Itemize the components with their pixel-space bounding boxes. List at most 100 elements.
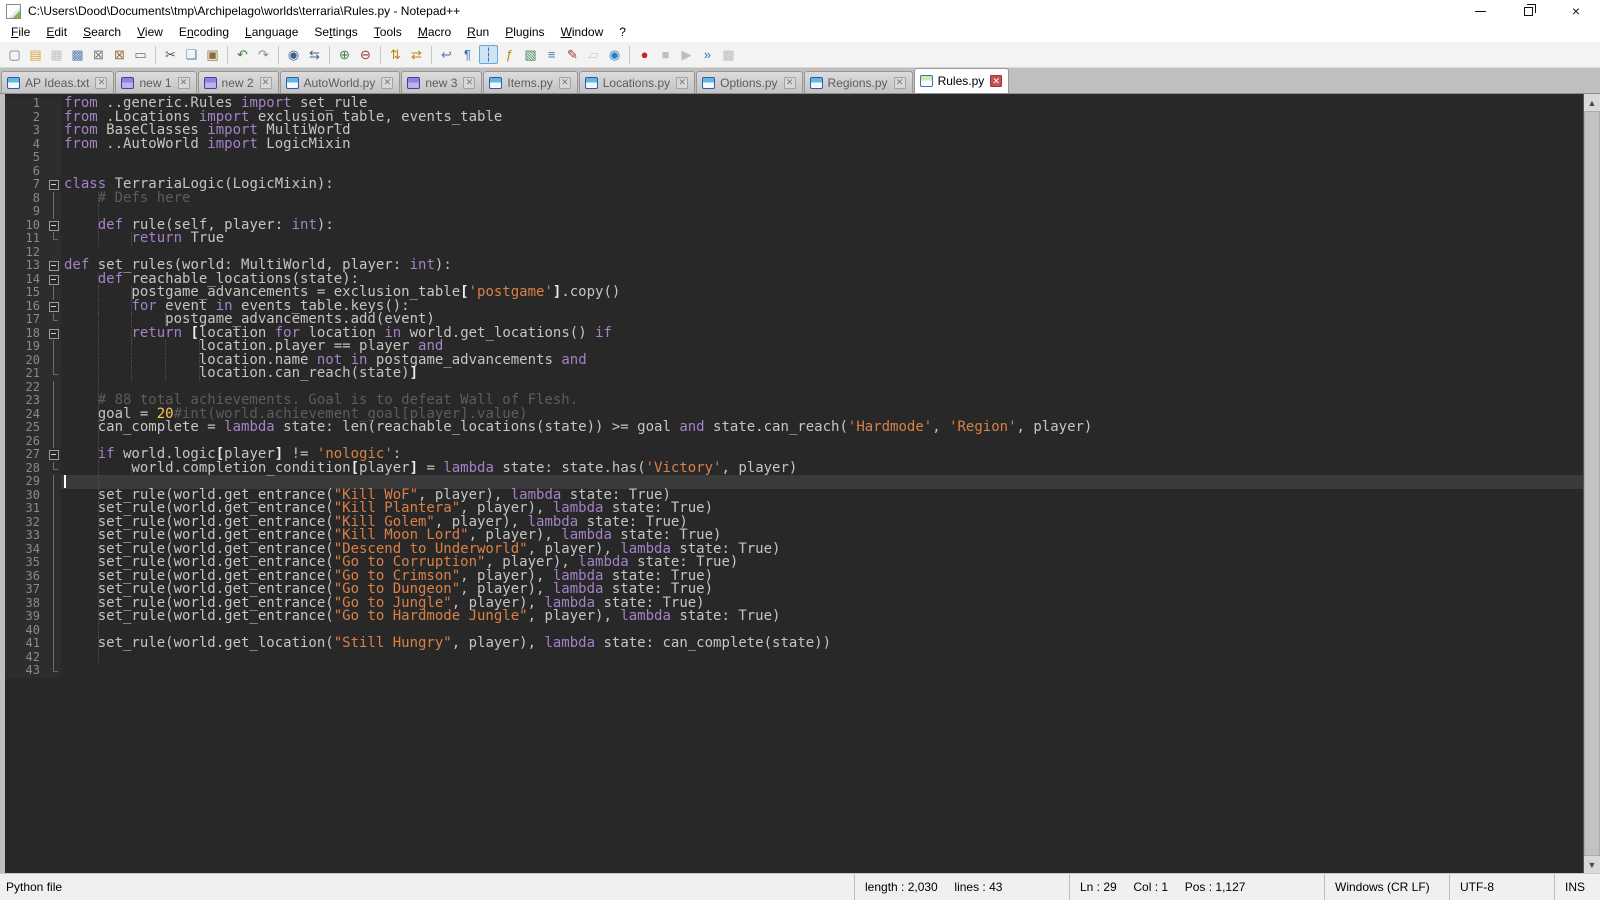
scrollbar-thumb[interactable] (1584, 111, 1600, 856)
macro-stop-icon[interactable]: ■ (656, 45, 675, 64)
editor-wrap: 1from ..generic.Rules import set_rule2fr… (0, 93, 1600, 873)
tab-regions-py[interactable]: Regions.py✕ (804, 71, 913, 93)
find-icon[interactable]: ◉ (284, 45, 303, 64)
tab-close-icon[interactable]: ✕ (178, 77, 190, 89)
replace-icon[interactable]: ⇆ (305, 45, 324, 64)
fold-margin[interactable] (47, 178, 61, 192)
cut-icon[interactable]: ✂ (161, 45, 180, 64)
word-wrap-icon[interactable]: ↩ (437, 45, 456, 64)
fold-margin (47, 502, 61, 516)
tab-new-1[interactable]: new 1✕ (115, 71, 196, 93)
tab-autoworld-py[interactable]: AutoWorld.py ✕ (280, 71, 401, 93)
tab-close-icon[interactable]: ✕ (784, 77, 796, 89)
close-button[interactable]: × (1552, 0, 1600, 22)
print-icon[interactable]: ▭ (131, 45, 150, 64)
menu-item-language[interactable]: Language (237, 23, 306, 41)
fold-margin (47, 516, 61, 530)
menu-item-settings[interactable]: Settings (306, 23, 365, 41)
tab-new-3[interactable]: new 3✕ (401, 71, 482, 93)
tab-label: AutoWorld.py (304, 76, 376, 90)
tab-close-icon[interactable]: ✕ (381, 77, 393, 89)
redo-icon[interactable]: ↷ (254, 45, 273, 64)
close-icon[interactable]: ⊠ (89, 45, 108, 64)
new-file-icon[interactable]: ▢ (5, 45, 24, 64)
tab-close-icon[interactable]: ✕ (676, 77, 688, 89)
file-state-icon (920, 75, 933, 87)
tab-rules-py[interactable]: Rules.py✕ (914, 68, 1010, 93)
copy-icon[interactable]: ❏ (182, 45, 201, 64)
document-list-icon[interactable]: ≡ (542, 45, 561, 64)
tab-locations-py[interactable]: Locations.py✕ (579, 71, 695, 93)
line-number: 19 (5, 340, 47, 354)
tab-close-icon[interactable]: ✕ (463, 77, 475, 89)
macro-run-multiple-icon[interactable]: » (698, 45, 717, 64)
scroll-down-icon[interactable]: ▼ (1584, 856, 1600, 873)
fold-margin (47, 313, 61, 327)
fold-margin (47, 286, 61, 300)
close-all-icon[interactable]: ⊠ (110, 45, 129, 64)
paste-icon[interactable]: ▣ (203, 45, 222, 64)
fold-margin (47, 124, 61, 138)
menu-item-file[interactable]: File (3, 23, 38, 41)
fold-margin (47, 489, 61, 503)
restore-button[interactable] (1504, 0, 1552, 22)
menu-item-macro[interactable]: Macro (410, 23, 459, 41)
zoom-out-icon[interactable]: ⊖ (356, 45, 375, 64)
show-all-characters-icon[interactable]: ¶ (458, 45, 477, 64)
tab-ap-ideas-txt[interactable]: AP Ideas.txt✕ (1, 71, 114, 93)
fold-margin[interactable] (47, 273, 61, 287)
function-list-icon[interactable]: ƒ (500, 45, 519, 64)
tab-close-icon[interactable]: ✕ (260, 77, 272, 89)
monitoring-eye-icon[interactable]: ◉ (605, 45, 624, 64)
code-text: from ..AutoWorld import LogicMixin (61, 138, 1583, 152)
tab-items-py[interactable]: Items.py✕ (483, 71, 577, 93)
indent-guide (131, 232, 132, 246)
status-typing-mode[interactable]: INS (1554, 874, 1600, 900)
sync-vertical-icon[interactable]: ⇅ (386, 45, 405, 64)
macro-play-icon[interactable]: ▶ (677, 45, 696, 64)
tab-close-icon[interactable]: ✕ (894, 77, 906, 89)
tab-new-2[interactable]: new 2 ✕ (198, 71, 279, 93)
minimize-button[interactable] (1456, 0, 1504, 22)
macro-record-icon[interactable]: ● (635, 45, 654, 64)
fold-margin[interactable] (47, 448, 61, 462)
menu-item-[interactable]: ? (611, 23, 634, 41)
menu-item-run[interactable]: Run (459, 23, 497, 41)
save-icon[interactable]: ▦ (47, 45, 66, 64)
macro-save-icon[interactable]: ▩ (719, 45, 738, 64)
line-number: 26 (5, 435, 47, 449)
menu-item-plugins[interactable]: Plugins (497, 23, 552, 41)
tab-close-icon[interactable]: ✕ (559, 77, 571, 89)
define-language-icon[interactable]: ✎ (563, 45, 582, 64)
status-encoding[interactable]: UTF-8 (1449, 874, 1554, 900)
vertical-scrollbar[interactable]: ▲ ▼ (1583, 94, 1600, 873)
status-eol-format[interactable]: Windows (CR LF) (1324, 874, 1449, 900)
code-line: 25 can_complete = lambda state: len(reac… (5, 421, 1583, 435)
fold-margin[interactable] (47, 259, 61, 273)
code-area[interactable]: 1from ..generic.Rules import set_rule2fr… (5, 94, 1583, 873)
menu-item-window[interactable]: Window (553, 23, 612, 41)
menu-item-tools[interactable]: Tools (366, 23, 410, 41)
fold-margin (47, 610, 61, 624)
menu-item-edit[interactable]: Edit (38, 23, 75, 41)
folder-as-workspace-icon[interactable]: ▱ (584, 45, 603, 64)
menu-item-search[interactable]: Search (75, 23, 129, 41)
tab-close-icon[interactable]: ✕ (95, 77, 107, 89)
undo-icon[interactable]: ↶ (233, 45, 252, 64)
scroll-up-icon[interactable]: ▲ (1584, 94, 1600, 111)
tab-options-py[interactable]: Options.py✕ (696, 71, 802, 93)
fold-margin[interactable] (47, 300, 61, 314)
file-state-icon (286, 77, 299, 89)
tab-close-icon[interactable]: ✕ (990, 75, 1002, 87)
fold-margin[interactable] (47, 219, 61, 233)
menu-item-view[interactable]: View (129, 23, 171, 41)
menu-item-encoding[interactable]: Encoding (171, 23, 237, 41)
sync-horizontal-icon[interactable]: ⇄ (407, 45, 426, 64)
fold-margin[interactable] (47, 327, 61, 341)
document-map-icon[interactable]: ▧ (521, 45, 540, 64)
zoom-in-icon[interactable]: ⊕ (335, 45, 354, 64)
tab-label: new 2 (222, 76, 254, 90)
indent-guide-icon[interactable]: ┆ (479, 45, 498, 64)
save-all-icon[interactable]: ▩ (68, 45, 87, 64)
open-file-icon[interactable]: ▤ (26, 45, 45, 64)
